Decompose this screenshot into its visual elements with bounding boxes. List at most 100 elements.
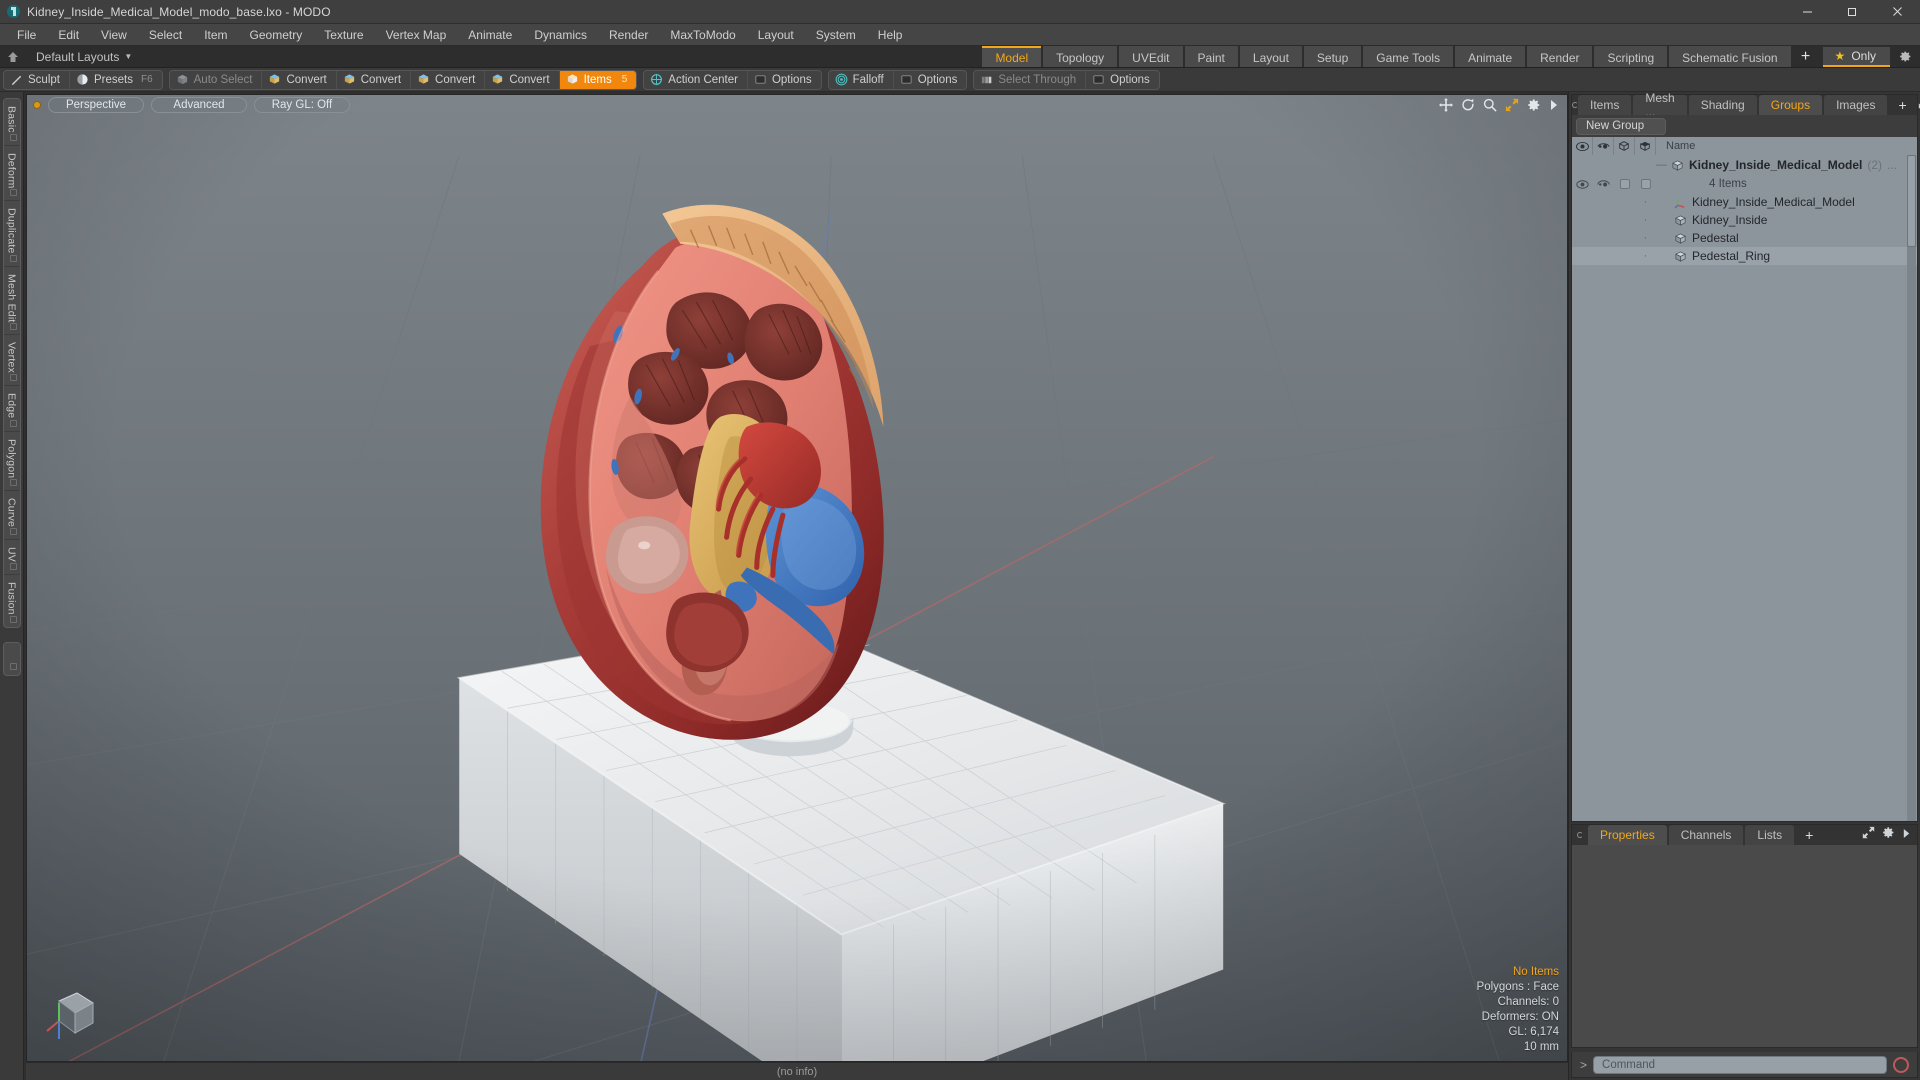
child-expander[interactable]: · [1635, 247, 1656, 265]
menu-select[interactable]: Select [138, 25, 193, 45]
sidebar-item-fusion[interactable]: Fusion [4, 575, 20, 627]
select-through-button[interactable]: Select Through [974, 70, 1087, 89]
menu-render[interactable]: Render [598, 25, 659, 45]
tab-game-tools[interactable]: Game Tools [1363, 46, 1454, 67]
menu-item[interactable]: Item [193, 25, 238, 45]
fit-resize-icon[interactable] [1505, 98, 1519, 112]
gear-icon[interactable] [1890, 50, 1920, 63]
tree-row[interactable]: · Pedestal_Ring [1572, 247, 1917, 265]
tab-render[interactable]: Render [1527, 46, 1593, 67]
tree-expander[interactable]: — [1656, 159, 1667, 171]
add-layout-tab-button[interactable]: + [1792, 46, 1819, 67]
sculpt-button[interactable]: Sculpt [4, 70, 70, 89]
gear-icon[interactable] [1527, 98, 1541, 112]
fit-resize-icon[interactable] [1862, 826, 1875, 844]
tab-uvedit[interactable]: UVEdit [1119, 46, 1183, 67]
zoom-search-icon[interactable] [1483, 98, 1497, 112]
tab-setup[interactable]: Setup [1303, 46, 1362, 67]
scrollbar-thumb[interactable] [1907, 155, 1916, 247]
wire-toggle[interactable] [1614, 175, 1635, 193]
tab-topology[interactable]: Topology [1043, 46, 1118, 67]
tab-schematic-fusion[interactable]: Schematic Fusion [1669, 46, 1791, 67]
render-toggle[interactable] [1593, 175, 1614, 193]
falloff-options-button[interactable]: Options [894, 71, 967, 89]
groups-tree[interactable]: — Kidney_Inside_Medical_Model (2) ... 4 … [1572, 155, 1917, 821]
convert-button-3[interactable]: Convert [411, 70, 486, 89]
close-icon[interactable] [1875, 0, 1920, 24]
tab-images[interactable]: Images [1824, 95, 1888, 115]
sidebar-item-polygon[interactable]: Polygon [3, 432, 20, 492]
tab-lists[interactable]: Lists [1745, 825, 1795, 845]
action-center-button[interactable]: Action Center [644, 70, 748, 89]
chevron-right-icon[interactable] [1549, 99, 1559, 111]
tab-properties[interactable]: Properties [1588, 825, 1667, 845]
menu-file[interactable]: File [6, 25, 47, 45]
add-panel-tab-button[interactable]: + [1889, 95, 1915, 115]
child-expander[interactable]: · [1635, 193, 1656, 211]
tree-row[interactable]: 4 Items [1572, 175, 1917, 193]
maximize-icon[interactable] [1830, 0, 1875, 24]
record-circle-icon[interactable] [1893, 1056, 1909, 1073]
sidebar-item-deform[interactable]: Deform [3, 146, 20, 202]
menu-layout[interactable]: Layout [747, 25, 805, 45]
tab-model[interactable]: Model [982, 46, 1042, 67]
menu-animate[interactable]: Animate [457, 25, 523, 45]
sidebar-extra-tab[interactable] [2, 641, 21, 676]
menu-vertex-map[interactable]: Vertex Map [375, 25, 458, 45]
sidebar-item-vertex[interactable]: Vertex [3, 335, 20, 387]
default-layouts-dropdown[interactable]: Default Layouts ▼ [26, 46, 142, 67]
child-expander[interactable]: · [1635, 229, 1656, 247]
sidebar-item-mesh-edit[interactable]: Mesh Edit [3, 267, 20, 336]
tab-shading[interactable]: Shading [1688, 95, 1757, 115]
tree-row[interactable]: · Pedestal [1572, 229, 1917, 247]
only-toggle[interactable]: ★ Only [1822, 46, 1890, 67]
sidebar-item-duplicate[interactable]: Duplicate [3, 201, 20, 267]
child-expander[interactable]: · [1635, 211, 1656, 229]
rotate-icon[interactable] [1461, 98, 1475, 112]
tab-items[interactable]: Items [1578, 95, 1632, 115]
ray-gl-toggle[interactable]: Ray GL: Off [254, 97, 350, 113]
tab-scripting[interactable]: Scripting [1594, 46, 1668, 67]
action-center-options-button[interactable]: Options [748, 71, 821, 89]
menu-geometry[interactable]: Geometry [239, 25, 314, 45]
convert-button-2[interactable]: Convert [337, 70, 412, 89]
shaded-toggle[interactable] [1635, 175, 1656, 193]
tree-scrollbar[interactable] [1907, 155, 1916, 821]
tree-row[interactable]: · Kidney_Inside_Medical_Model [1572, 193, 1917, 211]
menu-maxtomodo[interactable]: MaxToModo [659, 25, 746, 45]
tab-channels[interactable]: Channels [1668, 825, 1744, 845]
chevron-right-icon[interactable] [1902, 826, 1911, 844]
home-icon[interactable] [0, 46, 26, 67]
convert-button-4[interactable]: Convert [485, 70, 560, 89]
viewport-3d[interactable]: Perspective Advanced Ray GL: Off No Item… [26, 94, 1568, 1062]
axis-gizmo-icon[interactable] [43, 979, 105, 1041]
menu-dynamics[interactable]: Dynamics [523, 25, 598, 45]
tab-layout[interactable]: Layout [1239, 46, 1302, 67]
menu-texture[interactable]: Texture [313, 25, 374, 45]
auto-select-button[interactable]: Auto Select [170, 70, 263, 89]
tab-mesh[interactable]: Mesh ... [1633, 91, 1687, 119]
sidebar-item-curve[interactable]: Curve [3, 491, 20, 541]
shading-mode-dropdown[interactable]: Advanced [151, 97, 247, 113]
visible-toggle[interactable] [1572, 175, 1593, 193]
tree-row[interactable]: · Kidney_Inside [1572, 211, 1917, 229]
command-input[interactable]: Command [1593, 1055, 1887, 1074]
select-through-options-button[interactable]: Options [1086, 71, 1159, 89]
minimize-icon[interactable] [1785, 0, 1830, 24]
menu-edit[interactable]: Edit [47, 25, 90, 45]
gear-icon[interactable] [1882, 826, 1895, 844]
tab-groups[interactable]: Groups [1758, 95, 1823, 115]
menu-system[interactable]: System [805, 25, 867, 45]
convert-button-1[interactable]: Convert [262, 70, 337, 89]
view-mode-dropdown[interactable]: Perspective [48, 97, 144, 113]
tree-row[interactable]: — Kidney_Inside_Medical_Model (2) ... [1572, 155, 1917, 175]
tab-paint[interactable]: Paint [1184, 46, 1238, 67]
sidebar-item-edge[interactable]: Edge [3, 386, 20, 432]
panel-menu-icon[interactable] [1572, 825, 1588, 845]
add-properties-tab-button[interactable]: + [1796, 825, 1822, 845]
sidebar-item-uv[interactable]: UV [3, 540, 20, 576]
new-group-button[interactable]: New Group [1576, 117, 1666, 135]
move-icon[interactable] [1439, 98, 1453, 112]
presets-button[interactable]: Presets F6 [70, 71, 162, 89]
sidebar-item-basic[interactable]: Basic [3, 99, 20, 146]
